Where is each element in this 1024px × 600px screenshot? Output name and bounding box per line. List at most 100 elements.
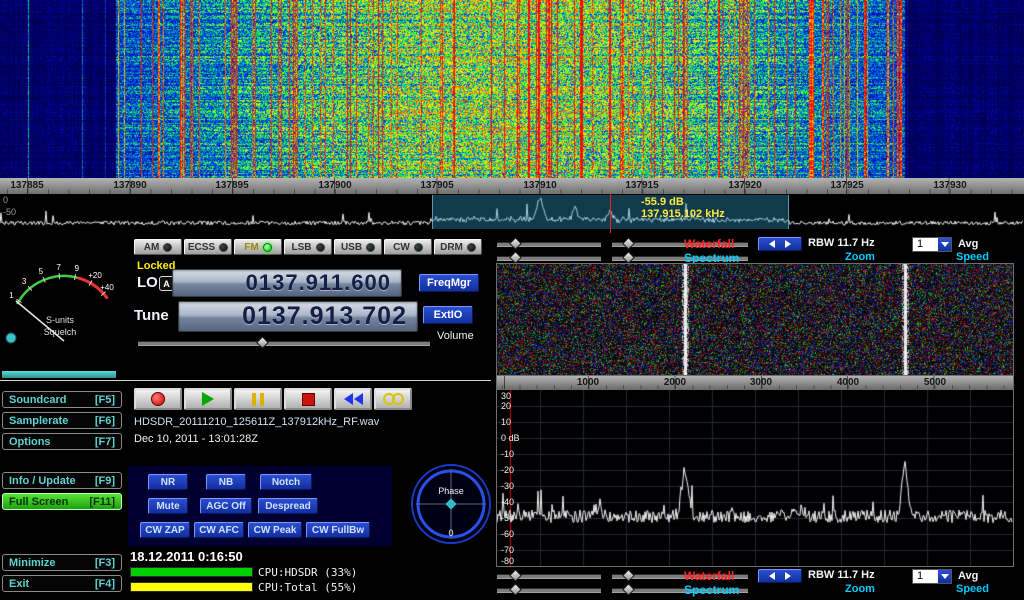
extio-button[interactable]: ExtIO [423,306,473,324]
button-label: Samplerate [9,415,68,427]
waterfall-upper-slider[interactable] [497,242,601,247]
loop-button[interactable] [374,388,412,410]
tune-label: Tune [134,307,169,324]
avg-label: Avg [958,238,978,250]
slider-handle[interactable] [509,237,522,250]
button-label: Info / Update [9,475,76,487]
spectrum-tab-bottom[interactable]: Spectrum [684,583,739,597]
db-axis-label: -40 [501,497,514,507]
scroll-left-icon[interactable] [769,240,775,248]
record-button[interactable] [134,388,182,410]
squelch-knob[interactable] [6,333,16,343]
mode-button-ecss[interactable]: ECSS [184,239,232,255]
frequency-scale[interactable]: 137885 137890 137895 137900 137905 13791… [0,178,1024,194]
slider-handle[interactable] [622,251,635,264]
slider-handle[interactable] [622,237,635,250]
stop-button[interactable] [284,388,332,410]
mode-label: AM [144,242,160,253]
s-meter-tick-label: 3 [22,277,27,286]
mode-button-drm[interactable]: DRM [434,239,482,255]
despread-button[interactable]: Despread [258,498,318,514]
minimize-button[interactable]: Minimize [F3] [2,554,122,571]
tune-frequency-display[interactable]: 0137.913.702 [178,301,418,332]
lo-label: LO [137,274,158,291]
level-bar[interactable] [2,371,116,378]
avg-select-value: 1 [913,570,938,583]
play-icon [202,392,214,406]
cpu-total-label: CPU:Total (55%) [258,581,357,594]
freq-scale-label: 137915 [625,180,658,191]
clock-display: 18.12.2011 0:16:50 [130,549,243,564]
avg-label-bottom: Avg [958,570,978,582]
cw-afc-button[interactable]: CW AFC [194,522,244,538]
volume-slider-handle[interactable] [256,336,269,349]
volume-label: Volume [437,330,474,342]
pause-button[interactable] [234,388,282,410]
cw-fullbw-button[interactable]: CW FullBw [306,522,370,538]
samplerate-button[interactable]: Samplerate [F6] [2,412,122,429]
db-axis-label: 0 dB [501,433,520,443]
cw-zap-button[interactable]: CW ZAP [140,522,190,538]
db-axis-label: -80 [501,556,514,566]
scale-label: 5000 [924,377,946,388]
mode-button-lsb[interactable]: LSB [284,239,332,255]
info-update-button[interactable]: Info / Update [F9] [2,472,122,489]
slider-handle[interactable] [509,569,522,582]
db-axis-label: 10 [501,417,511,427]
cpu-hdsdr-bar [130,567,253,577]
notch-button[interactable]: Notch [260,474,312,490]
db-axis-label: -30 [501,481,514,491]
spectrum-upper-slider[interactable] [497,256,601,261]
fullscreen-button[interactable]: Full Screen [F11] [2,493,122,510]
main-spectrum-display[interactable]: 0 -50 -55.9 dB 137.915.102 kHz [0,194,1024,233]
waterfall-tab-bottom[interactable]: Waterfall [684,569,734,583]
spectrum-upper-slider-bottom[interactable] [497,588,601,593]
freqmgr-button[interactable]: FreqMgr [419,274,479,292]
options-button[interactable]: Options [F7] [2,433,122,450]
play-button[interactable] [184,388,232,410]
mode-button-usb[interactable]: USB [334,239,382,255]
secondary-spectrum-display[interactable] [497,390,1013,566]
nr-button[interactable]: NR [148,474,188,490]
slider-handle[interactable] [509,251,522,264]
scroll-right-icon[interactable] [785,240,791,248]
phase-value: 0 [448,528,453,538]
dropdown-arrow-icon[interactable] [938,238,951,251]
button-hotkey: [F3] [95,557,115,569]
scroll-right-icon[interactable] [785,572,791,580]
speed-label: Speed [956,251,989,263]
slider-handle[interactable] [622,569,635,582]
freq-scale-label: 137925 [830,180,863,191]
waterfall-tab[interactable]: Waterfall [684,237,734,251]
volume-slider[interactable] [138,341,430,346]
s-meter-tick-label: +20 [88,271,102,280]
cw-peak-button[interactable]: CW Peak [248,522,302,538]
secondary-waterfall-display[interactable] [497,264,1013,375]
mode-button-cw[interactable]: CW [384,239,432,255]
mode-button-fm[interactable]: FM [234,239,282,255]
slider-handle[interactable] [509,583,522,596]
mute-button[interactable]: Mute [148,498,188,514]
secondary-frequency-scale[interactable]: 1000 2000 3000 4000 5000 [496,376,1014,389]
db-axis-label: 30 [501,391,511,401]
mode-button-am[interactable]: AM [134,239,182,255]
mode-led-icon [316,243,325,252]
soundcard-button[interactable]: Soundcard [F5] [2,391,122,408]
main-waterfall-display[interactable] [0,0,1024,178]
exit-button[interactable]: Exit [F4] [2,575,122,592]
slider-handle[interactable] [622,583,635,596]
lo-frequency-display[interactable]: 0137.911.600 [172,269,402,297]
avg-select-bottom[interactable]: 1 [912,569,952,584]
waterfall-upper-slider-bottom[interactable] [497,574,601,579]
scale-label: 4000 [837,377,859,388]
avg-select[interactable]: 1 [912,237,952,252]
s-meter: 1 3 5 7 9 +20 +40 S-units Squelch [2,237,126,367]
nb-button[interactable]: NB [206,474,246,490]
band-scroll-buttons-bottom[interactable] [758,569,802,583]
scroll-left-icon[interactable] [769,572,775,580]
mode-led-icon [414,243,423,252]
rewind-button[interactable] [334,388,372,410]
dropdown-arrow-icon[interactable] [938,570,951,583]
band-scroll-buttons[interactable] [758,237,802,251]
agc-off-button[interactable]: AGC Off [200,498,252,514]
